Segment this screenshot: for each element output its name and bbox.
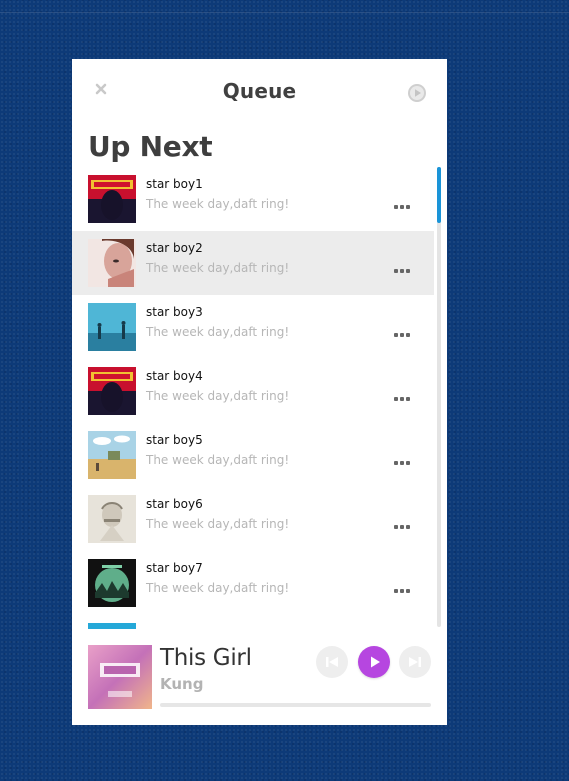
song-artist: The week day,daft ring! [146,389,290,403]
play-circle-button[interactable] [407,83,427,103]
more-dots-icon [400,333,404,337]
more-dots-icon [400,205,404,209]
album-art [88,431,136,479]
more-dots-icon [406,525,410,529]
queue-header: Queue [72,59,447,123]
more-dots-icon [400,525,404,529]
skip-next-icon [409,657,421,667]
more-dots-icon [406,589,410,593]
song-title: star boy2 [146,241,203,255]
more-dots-icon [394,397,398,401]
more-options-button[interactable] [394,588,414,594]
list-item[interactable]: star boy3 The week day,daft ring! [72,295,434,359]
song-artist: The week day,daft ring! [146,453,290,467]
song-title: star boy4 [146,369,203,383]
more-dots-icon [400,589,404,593]
more-dots-icon [400,461,404,465]
queue-panel: Queue Up Next star boy1 The week day,daf… [72,59,447,725]
album-art [88,175,136,223]
progress-bar[interactable] [160,703,431,707]
more-options-button[interactable] [394,524,414,530]
song-artist: The week day,daft ring! [146,581,290,595]
album-art [88,239,136,287]
more-dots-icon [406,397,410,401]
song-title: star boy6 [146,497,203,511]
skip-previous-icon [326,657,338,667]
song-title: star boy5 [146,433,203,447]
song-title: star boy7 [146,561,203,575]
now-playing-bar: This Girl Kung [72,631,447,725]
play-button[interactable] [358,646,390,678]
more-dots-icon [406,269,410,273]
list-item[interactable]: star boy5 The week day,daft ring! [72,423,434,487]
more-dots-icon [406,461,410,465]
more-dots-icon [400,269,404,273]
now-playing-artist: Kung [160,675,204,693]
song-title: star boy1 [146,177,203,191]
more-dots-icon [394,461,398,465]
queue-list: star boy1 The week day,daft ring! star b… [72,167,434,625]
more-dots-icon [394,333,398,337]
album-art [88,303,136,351]
next-item-peek [88,623,136,629]
page-title: Queue [222,79,297,103]
list-item[interactable]: star boy6 The week day,daft ring! [72,487,434,551]
song-artist: The week day,daft ring! [146,325,290,339]
up-next-heading: Up Next [88,130,213,163]
now-playing-title: This Girl [160,645,252,671]
album-art [88,559,136,607]
more-dots-icon [394,525,398,529]
list-item[interactable]: star boy7 The week day,daft ring! [72,551,434,615]
play-icon [371,656,380,668]
more-options-button[interactable] [394,332,414,338]
more-dots-icon [394,269,398,273]
song-artist: The week day,daft ring! [146,517,290,531]
song-artist: The week day,daft ring! [146,197,290,211]
more-options-button[interactable] [394,204,414,210]
scrollbar-thumb[interactable] [437,167,441,223]
list-item[interactable]: star boy1 The week day,daft ring! [72,167,434,231]
play-circle-icon [408,84,426,102]
top-divider [0,12,569,13]
scrollbar-track[interactable] [437,167,441,627]
more-dots-icon [394,589,398,593]
song-artist: The week day,daft ring! [146,261,290,275]
album-art [88,367,136,415]
more-options-button[interactable] [394,268,414,274]
album-art [88,495,136,543]
next-button[interactable] [399,646,431,678]
more-options-button[interactable] [394,396,414,402]
more-dots-icon [406,205,410,209]
more-dots-icon [400,397,404,401]
list-item[interactable]: star boy4 The week day,daft ring! [72,359,434,423]
list-item-active[interactable]: star boy2 The week day,daft ring! [72,231,434,295]
more-dots-icon [394,205,398,209]
song-title: star boy3 [146,305,203,319]
more-options-button[interactable] [394,460,414,466]
more-dots-icon [406,333,410,337]
previous-button[interactable] [316,646,348,678]
now-playing-art [88,645,152,709]
